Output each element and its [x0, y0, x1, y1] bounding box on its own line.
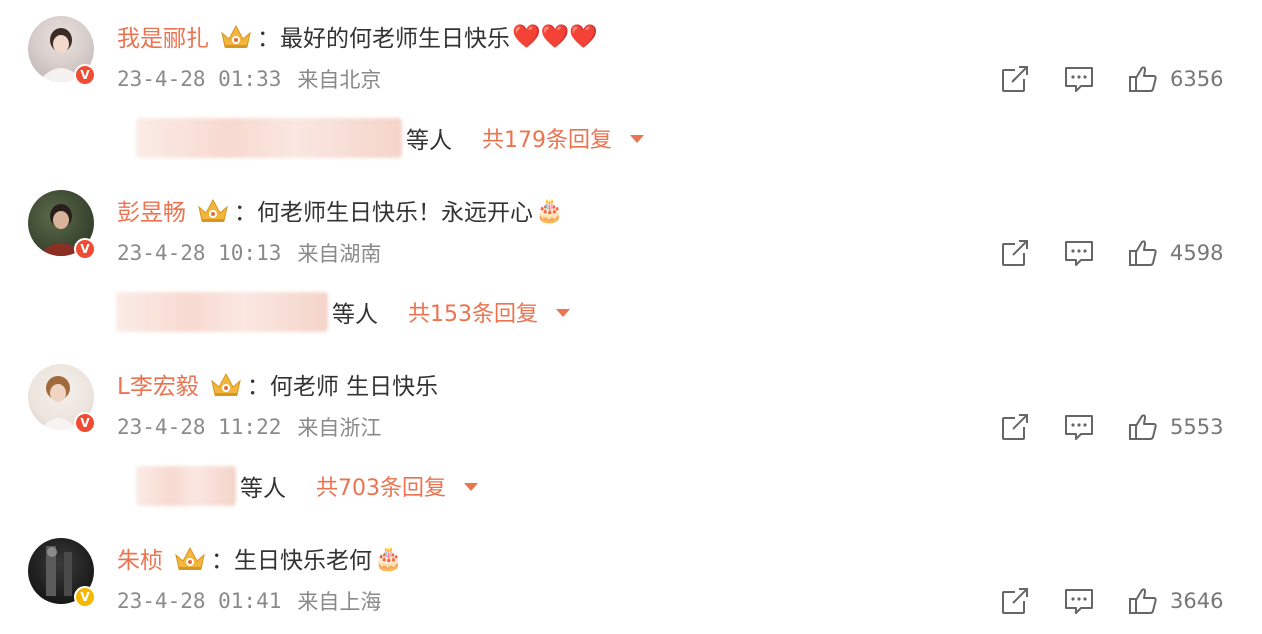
comment-actions: 3646	[1000, 584, 1223, 618]
thumbs-up-icon[interactable]	[1128, 412, 1158, 442]
comment-date: 23-4-28 10:13	[117, 241, 282, 265]
verified-badge-icon: V	[74, 412, 96, 434]
reply-summary[interactable]: 等人 共703条回复	[136, 466, 478, 506]
blurred-replier-names	[116, 292, 328, 332]
share-icon[interactable]	[1000, 586, 1030, 616]
crown-icon	[198, 198, 228, 222]
colon-separator: ：	[234, 200, 257, 226]
reply-count-link[interactable]: 共703条回复	[316, 470, 446, 502]
comment-source: 来自上海	[297, 590, 382, 614]
like-count: 3646	[1170, 589, 1224, 613]
comment-date: 23-4-28 01:41	[117, 589, 282, 613]
comment-actions: 5553	[1000, 410, 1223, 444]
reply-count-link[interactable]: 共153条回复	[408, 296, 538, 328]
comment-text: 生日快乐老何	[234, 548, 372, 574]
cake-emoji-icon: 🎂	[374, 545, 403, 572]
comment-icon[interactable]	[1064, 64, 1094, 94]
verified-badge-icon: V	[74, 238, 96, 260]
username[interactable]: 彭昱畅	[117, 193, 186, 227]
reply-count-link[interactable]: 共179条回复	[482, 122, 612, 154]
share-icon[interactable]	[1000, 412, 1030, 442]
colon-separator: ：	[257, 26, 280, 52]
reply-etc-label: 等人	[240, 476, 286, 502]
comment-date: 23-4-28 11:22	[117, 415, 282, 439]
comment-text: 何老师生日快乐！永远开心	[257, 200, 533, 226]
chevron-down-icon[interactable]	[556, 309, 570, 317]
like-count: 5553	[1170, 415, 1224, 439]
blurred-replier-names	[136, 466, 236, 506]
comment-actions: 6356	[1000, 62, 1223, 96]
comment-meta: 23-4-28 01:41 来自上海	[117, 584, 381, 618]
share-icon[interactable]	[1000, 238, 1030, 268]
chevron-down-icon[interactable]	[630, 135, 644, 143]
comment-source: 来自浙江	[297, 416, 382, 440]
heart-emoji-icon: ❤️❤️❤️	[512, 23, 598, 50]
verified-badge-icon: V	[74, 64, 96, 86]
comment-icon[interactable]	[1064, 412, 1094, 442]
thumbs-up-icon[interactable]	[1128, 238, 1158, 268]
colon-separator: ：	[246, 374, 270, 400]
username[interactable]: L李宏毅	[117, 367, 199, 401]
cake-emoji-icon: 🎂	[535, 197, 564, 224]
reply-summary[interactable]: 等人 共179条回复	[136, 118, 644, 158]
comment-meta: 23-4-28 11:22 来自浙江	[117, 410, 381, 444]
blurred-replier-names	[136, 118, 402, 158]
comment-icon[interactable]	[1064, 238, 1094, 268]
crown-icon	[175, 546, 205, 570]
like-count: 4598	[1170, 241, 1224, 265]
comment-meta: 23-4-28 10:13 来自湖南	[117, 236, 381, 270]
reply-etc-label: 等人	[406, 128, 452, 154]
comment-source: 来自北京	[297, 68, 382, 92]
like-count: 6356	[1170, 67, 1224, 91]
username[interactable]: 朱桢	[117, 541, 163, 575]
thumbs-up-icon[interactable]	[1128, 586, 1158, 616]
comment-icon[interactable]	[1064, 586, 1094, 616]
chevron-down-icon[interactable]	[464, 483, 478, 491]
verified-badge-icon: V	[74, 586, 96, 608]
comment-meta: 23-4-28 01:33 来自北京	[117, 62, 381, 96]
colon-separator: ：	[211, 548, 234, 574]
comment-date: 23-4-28 01:33	[117, 67, 282, 91]
thumbs-up-icon[interactable]	[1128, 64, 1158, 94]
comment-text: 最好的何老师生日快乐	[280, 26, 510, 52]
comment-actions: 4598	[1000, 236, 1223, 270]
reply-summary[interactable]: 等人 共153条回复	[116, 292, 570, 332]
crown-icon	[211, 372, 241, 396]
crown-icon	[221, 24, 251, 48]
comment-source: 来自湖南	[297, 242, 382, 266]
share-icon[interactable]	[1000, 64, 1030, 94]
reply-etc-label: 等人	[332, 302, 378, 328]
username[interactable]: 我是郦扎	[117, 19, 209, 53]
comment-text: 何老师 生日快乐	[269, 374, 439, 400]
